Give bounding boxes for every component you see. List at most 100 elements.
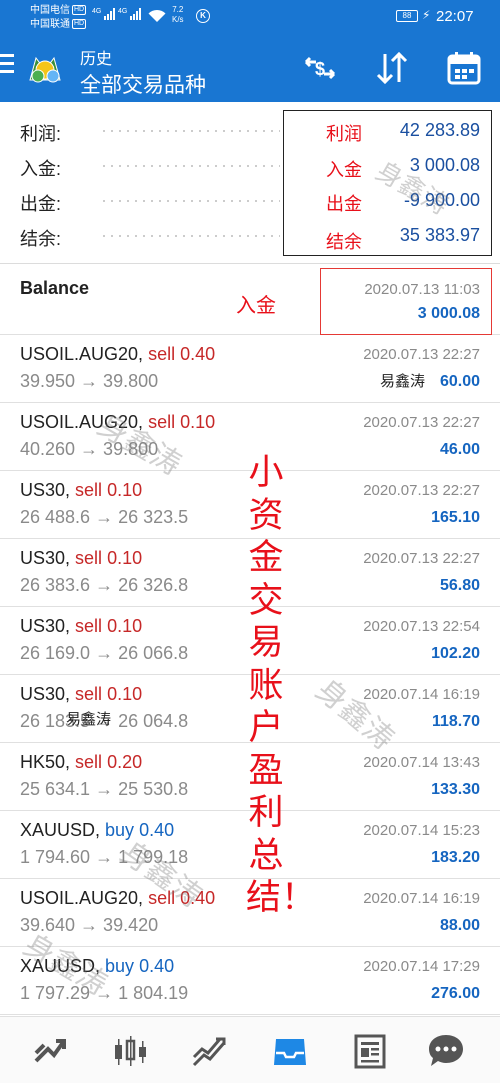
deal-profit: 276.00 bbox=[431, 985, 480, 1002]
speed-value: 7.2 bbox=[172, 5, 184, 14]
deal-time: 2020.07.14 17:29 bbox=[363, 958, 480, 975]
deal-time: 2020.07.13 22:54 bbox=[363, 618, 480, 635]
deal-volume: 0.10 bbox=[107, 684, 143, 704]
signature-2: 易鑫涛 bbox=[66, 710, 112, 728]
currency-exchange-icon[interactable]: $ bbox=[300, 48, 340, 88]
summary-label: 出金: bbox=[20, 194, 62, 214]
deal-symbol-line: XAUUSD, buy 0.40 bbox=[20, 956, 174, 977]
history-icon[interactable] bbox=[270, 1031, 310, 1071]
annotation-withdrawal-label: 出金 bbox=[326, 194, 362, 215]
annotation-balance-label: 结余 bbox=[326, 232, 362, 253]
deal-symbol-line: XAUUSD, buy 0.40 bbox=[20, 820, 174, 841]
annotation-profit-label: 利润 bbox=[326, 124, 362, 145]
deal-price: 39.950 → 39.800 bbox=[20, 371, 159, 391]
app-subtitle: 历史 bbox=[80, 51, 113, 68]
app-title[interactable]: 全部交易品种 bbox=[80, 69, 206, 99]
deal-price: 1 794.60 → 1 799.18 bbox=[20, 847, 189, 867]
news-icon[interactable] bbox=[350, 1031, 390, 1071]
deal-profit: 165.10 bbox=[431, 509, 480, 526]
deal-symbol-line: US30, sell 0.10 bbox=[20, 616, 142, 637]
deal-symbol: USOIL.AUG20, bbox=[20, 412, 144, 432]
deal-price: 40.260 → 39.800 bbox=[20, 439, 159, 459]
deal-side: sell bbox=[148, 888, 176, 908]
deal-profit: 118.70 bbox=[431, 713, 480, 730]
signal-1-icon: 4G bbox=[92, 8, 116, 22]
svg-text:$: $ bbox=[315, 59, 325, 79]
network-speed: 7.2 K/s bbox=[172, 5, 184, 25]
deal-symbol: XAUUSD, bbox=[20, 820, 101, 840]
deal-time: 2020.07.13 22:27 bbox=[363, 482, 480, 499]
deal-side: buy bbox=[105, 956, 135, 976]
speed-unit: K/s bbox=[172, 15, 184, 24]
balance-title: Balance bbox=[20, 278, 90, 298]
deal-row[interactable]: XAUUSD, buy 0.40 1 797.29 → 1 804.19 202… bbox=[0, 947, 500, 1015]
deal-side: sell bbox=[75, 684, 103, 704]
battery-icon: 88 bbox=[396, 10, 418, 22]
balance-row[interactable]: Balance 2020.07.13 11:03 3 000.08 入金 bbox=[0, 264, 500, 335]
deal-symbol-line: US30, sell 0.10 bbox=[20, 684, 142, 705]
hd-badge-2: HD bbox=[72, 19, 87, 30]
deal-volume: 0.40 bbox=[180, 888, 216, 908]
deal-time: 2020.07.13 22:27 bbox=[363, 550, 480, 567]
dotted-leader bbox=[100, 235, 280, 237]
summary-label: 结余: bbox=[20, 229, 62, 249]
deal-side: sell bbox=[75, 752, 103, 772]
deal-symbol-line: US30, sell 0.10 bbox=[20, 480, 142, 501]
carrier-2-name: 中国联通 bbox=[30, 19, 70, 30]
deal-side: sell bbox=[75, 548, 103, 568]
chat-icon[interactable] bbox=[426, 1031, 466, 1071]
account-summary: 利润: 42 283.89 入金: 3 000.08 出金: -9 900.00… bbox=[0, 102, 500, 264]
deal-symbol-line: USOIL.AUG20, sell 0.40 bbox=[20, 888, 215, 909]
deal-profit: 183.20 bbox=[431, 849, 480, 866]
network-type-1: 4G bbox=[92, 8, 102, 15]
carrier-1-name: 中国电信 bbox=[30, 5, 70, 16]
dotted-leader bbox=[100, 130, 280, 132]
signature-1: 易鑫涛 bbox=[380, 372, 426, 390]
deal-symbol-line: USOIL.AUG20, sell 0.10 bbox=[20, 412, 215, 433]
dotted-leader bbox=[100, 165, 280, 167]
dotted-leader bbox=[100, 200, 280, 202]
calendar-icon[interactable] bbox=[444, 48, 484, 88]
bottom-navigation bbox=[0, 1016, 500, 1083]
app-logo-icon bbox=[26, 52, 64, 86]
status-time: 22:07 bbox=[436, 8, 474, 25]
deal-time: 2020.07.14 16:19 bbox=[363, 890, 480, 907]
signal-2-icon: 4G bbox=[118, 8, 142, 22]
annotation-balance-deposit-label: 入金 bbox=[236, 293, 276, 317]
deal-side: sell bbox=[148, 412, 176, 432]
trade-icon[interactable] bbox=[190, 1031, 230, 1071]
network-type-2: 4G bbox=[118, 8, 128, 15]
deal-side: sell bbox=[148, 344, 176, 364]
deal-profit: 88.00 bbox=[439, 917, 480, 934]
deal-symbol: XAUUSD, bbox=[20, 956, 101, 976]
deal-symbol: US30, bbox=[20, 684, 71, 704]
deal-row[interactable]: USOIL.AUG20, sell 0.40 39.950 → 39.800 2… bbox=[0, 335, 500, 403]
k-badge-icon: K bbox=[196, 9, 210, 23]
menu-icon[interactable] bbox=[0, 54, 16, 76]
annotation-balance-box bbox=[320, 268, 492, 335]
deal-symbol: US30, bbox=[20, 616, 71, 636]
annotation-summary-box bbox=[283, 110, 492, 256]
deal-volume: 0.40 bbox=[180, 344, 216, 364]
sort-icon[interactable] bbox=[372, 48, 412, 88]
status-bar: 中国电信 HD 中国联通 HD 4G 4G 7.2 K/s K 88 ⚡ 22:07 bbox=[0, 0, 500, 34]
deal-price: 26 383.6 → 26 326.8 bbox=[20, 575, 189, 595]
deal-time: 2020.07.13 22:27 bbox=[363, 346, 480, 363]
quotes-icon[interactable] bbox=[30, 1031, 70, 1071]
deal-volume: 0.10 bbox=[107, 616, 143, 636]
deal-symbol: USOIL.AUG20, bbox=[20, 888, 144, 908]
deal-symbol: HK50, bbox=[20, 752, 71, 772]
summary-label: 入金: bbox=[20, 159, 62, 179]
annotation-vertical-summary: 小资金交易账户盈利总结！ bbox=[246, 453, 317, 918]
deal-price: 1 797.29 → 1 804.19 bbox=[20, 983, 189, 1003]
carrier-1: 中国电信 HD bbox=[30, 5, 87, 17]
charging-icon: ⚡ bbox=[422, 8, 431, 22]
chart-icon[interactable] bbox=[110, 1031, 150, 1071]
carrier-2: 中国联通 HD bbox=[30, 19, 87, 31]
hd-badge-1: HD bbox=[72, 5, 87, 16]
deal-volume: 0.40 bbox=[139, 956, 175, 976]
deal-symbol-line: USOIL.AUG20, sell 0.40 bbox=[20, 344, 215, 365]
deal-symbol: US30, bbox=[20, 480, 71, 500]
wifi-icon bbox=[148, 9, 166, 25]
deal-profit: 60.00 bbox=[439, 373, 480, 390]
